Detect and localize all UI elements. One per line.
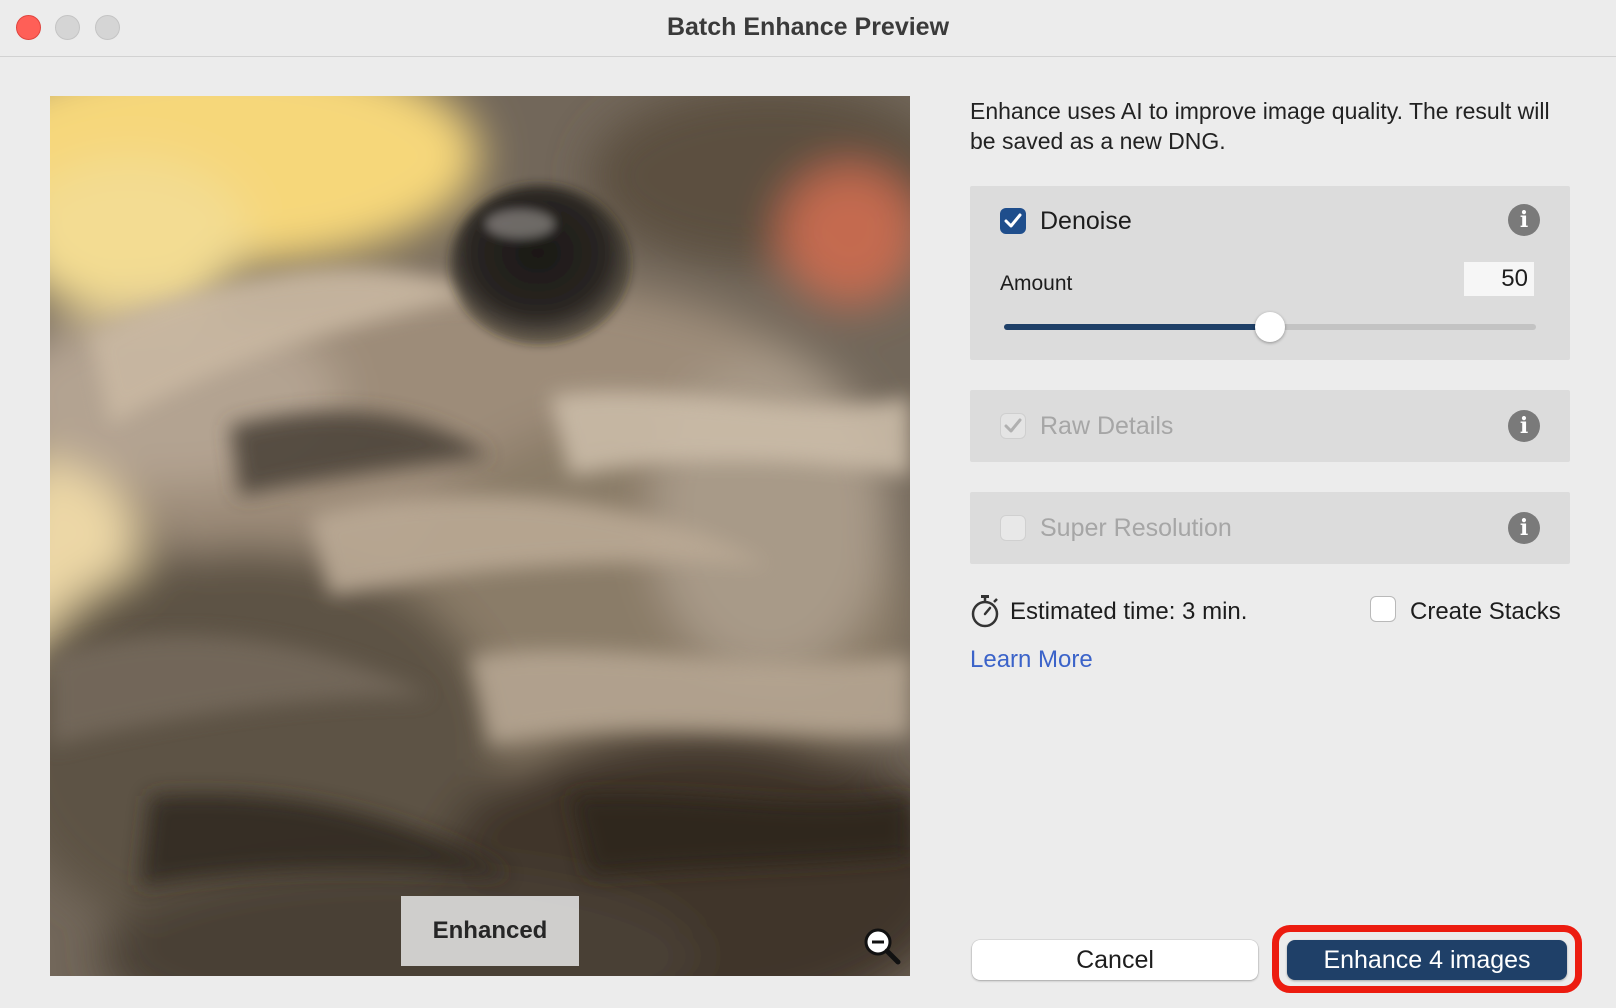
cancel-button[interactable]: Cancel <box>972 940 1258 980</box>
title-bar: Batch Enhance Preview <box>0 0 1616 57</box>
amount-value-field[interactable]: 50 <box>1464 262 1534 296</box>
super-resolution-section: Super Resolution i <box>970 492 1570 564</box>
timer-icon <box>971 595 999 628</box>
zoom-out-icon[interactable] <box>862 926 902 966</box>
checkmark-icon <box>1004 213 1022 228</box>
info-icon[interactable]: i <box>1508 512 1540 544</box>
create-stacks-checkbox[interactable] <box>1370 596 1396 622</box>
raw-details-checkbox[interactable] <box>1000 413 1026 439</box>
image-preview[interactable]: Enhanced <box>50 96 910 976</box>
denoise-section: Denoise i Amount 50 <box>970 186 1570 360</box>
amount-slider[interactable] <box>1004 312 1536 342</box>
super-resolution-label: Super Resolution <box>1040 514 1232 542</box>
window-title: Batch Enhance Preview <box>666 13 950 41</box>
denoise-checkbox[interactable] <box>1000 208 1026 234</box>
estimate-row: Estimated time: 3 min. Create Stacks <box>970 592 1570 632</box>
slider-thumb[interactable] <box>1255 312 1285 342</box>
raw-details-label: Raw Details <box>1040 412 1174 440</box>
create-stacks-label[interactable]: Create Stacks <box>1410 598 1561 626</box>
batch-enhance-dialog: Batch Enhance Preview Enhanced Enhance u… <box>0 0 1616 1008</box>
amount-label: Amount <box>1000 272 1073 295</box>
bird-closeup-image <box>50 96 910 976</box>
raw-details-section: Raw Details i <box>970 390 1570 462</box>
enhance-description: Enhance uses AI to improve image quality… <box>970 98 1550 154</box>
slider-fill <box>1004 324 1270 330</box>
estimated-time-text: Estimated time: 3 min. <box>1010 598 1248 625</box>
checkmark-icon <box>1004 418 1022 433</box>
info-icon[interactable]: i <box>1508 410 1540 442</box>
denoise-label: Denoise <box>1040 207 1132 235</box>
learn-more-link[interactable]: Learn More <box>970 646 1093 674</box>
super-resolution-checkbox[interactable] <box>1000 515 1026 541</box>
info-icon[interactable]: i <box>1508 204 1540 236</box>
enhanced-overlay-label[interactable]: Enhanced <box>401 896 579 966</box>
enhance-images-button[interactable]: Enhance 4 images <box>1287 940 1567 980</box>
